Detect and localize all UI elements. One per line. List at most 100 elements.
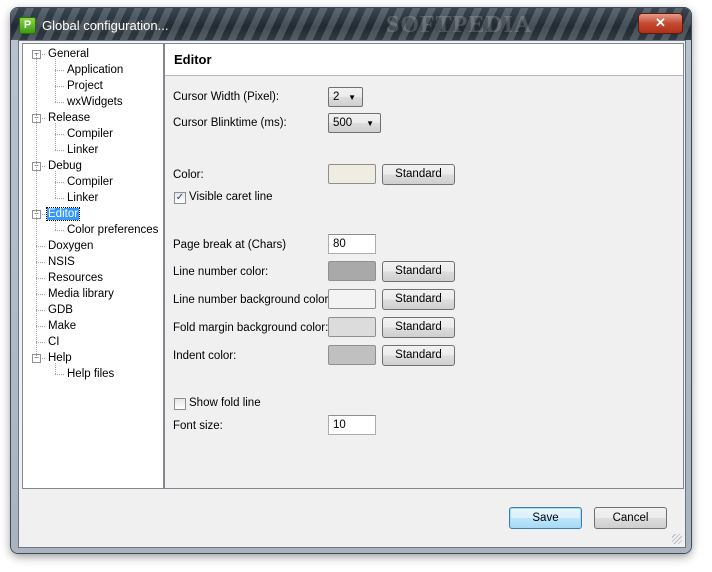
- cursor-width-value: 2: [333, 91, 340, 103]
- tree-item-project[interactable]: Project: [66, 78, 104, 94]
- tree-item-label: Media library: [48, 288, 114, 300]
- tree-connector: [55, 374, 64, 375]
- cursor-blinktime-combo[interactable]: 500 ▼: [328, 113, 381, 133]
- tree-item-label: CI: [48, 336, 60, 348]
- tree-item-media-library[interactable]: Media library: [47, 286, 115, 302]
- line-number-bg-color-swatch[interactable]: [328, 289, 376, 309]
- tree-connector: [55, 150, 64, 151]
- tree-item-help-files[interactable]: Help files: [66, 366, 115, 382]
- tree-item-wxwidgets[interactable]: wxWidgets: [66, 94, 124, 110]
- indent-color-standard-button[interactable]: Standard: [382, 345, 455, 366]
- tree-item-label: NSIS: [48, 256, 75, 268]
- close-button[interactable]: ✕: [638, 13, 683, 34]
- tree-item-label: Make: [48, 320, 77, 332]
- tree-item-make[interactable]: Make: [47, 318, 77, 334]
- title-bar[interactable]: SOFTPEDIA P Global configuration... ✕: [11, 8, 691, 40]
- tree-item-doxygen[interactable]: Doxygen: [47, 238, 94, 254]
- tree-item-color-preferences[interactable]: Color preferences: [66, 222, 159, 238]
- visible-caret-line-label: Visible caret line: [189, 191, 273, 203]
- config-window: SOFTPEDIA P Global configuration... ✕ Ge…: [11, 8, 691, 553]
- tree-item-linker[interactable]: Linker: [66, 142, 99, 158]
- tree-item-release[interactable]: Release: [47, 110, 91, 126]
- font-size-input[interactable]: 10: [328, 415, 376, 435]
- tree-item-nsis[interactable]: NSIS: [47, 254, 76, 270]
- dialog-client-area: General − Application Project wxWidgets Relea…: [18, 40, 686, 548]
- tree-item-label: Compiler: [67, 176, 114, 188]
- font-size-label: Font size:: [173, 420, 223, 432]
- tree-connector: [55, 102, 64, 103]
- visible-caret-line-checkbox[interactable]: ✓: [174, 192, 186, 204]
- tree-item-label: GDB: [48, 304, 73, 316]
- show-fold-line-label: Show fold line: [189, 397, 261, 409]
- indent-color-swatch[interactable]: [328, 345, 376, 365]
- app-icon: P: [19, 17, 36, 34]
- fold-margin-bg-color-label: Fold margin background color:: [173, 322, 329, 334]
- tree-connector: [55, 363, 56, 374]
- color-standard-button[interactable]: Standard: [382, 164, 455, 185]
- tree-root-line: [36, 54, 37, 358]
- cursor-width-combo[interactable]: 2 ▼: [328, 87, 363, 107]
- cancel-button[interactable]: Cancel: [594, 507, 667, 529]
- panel-title: Editor: [174, 52, 212, 67]
- tree-item-ci[interactable]: CI: [47, 334, 61, 350]
- color-swatch[interactable]: [328, 164, 376, 184]
- tree-connector: [36, 294, 45, 295]
- save-button[interactable]: Save: [509, 507, 582, 529]
- cursor-width-label: Cursor Width (Pixel):: [173, 91, 280, 103]
- tree-item-label: Linker: [67, 144, 99, 156]
- tree-item-label: Linker: [67, 192, 99, 204]
- line-number-bg-color-label: Line number background color:: [173, 294, 332, 306]
- line-number-color-swatch[interactable]: [328, 261, 376, 281]
- tree-connector: [55, 59, 56, 102]
- tree-connector: [36, 262, 45, 263]
- fold-margin-bg-color-swatch[interactable]: [328, 317, 376, 337]
- softpedia-watermark: SOFTPEDIA: [386, 12, 533, 38]
- tree-item-label: Color preferences: [67, 224, 159, 236]
- show-fold-line-checkbox[interactable]: [174, 398, 186, 410]
- tree-item-label: Help files: [67, 368, 115, 380]
- tree-connector: [55, 219, 56, 230]
- tree-item-help[interactable]: Help: [47, 350, 73, 366]
- line-number-color-standard-button[interactable]: Standard: [382, 261, 455, 282]
- color-label: Color:: [173, 169, 204, 181]
- resize-grip[interactable]: [672, 534, 682, 544]
- cursor-blinktime-label: Cursor Blinktime (ms):: [173, 117, 287, 129]
- tree-item-editor[interactable]: Editor: [45, 206, 81, 222]
- tree-connector: [55, 70, 64, 71]
- tree-item-application[interactable]: Application: [66, 62, 124, 78]
- tree-connector: [55, 182, 64, 183]
- page-break-label: Page break at (Chars): [173, 239, 287, 251]
- window-title: Global configuration...: [42, 18, 169, 33]
- tree-item-compiler[interactable]: Compiler: [66, 174, 114, 190]
- indent-color-label: Indent color:: [173, 350, 237, 362]
- tree-item-resources[interactable]: Resources: [47, 270, 104, 286]
- tree-connector: [36, 246, 45, 247]
- tree-item-linker[interactable]: Linker: [66, 190, 99, 206]
- tree-connector: [36, 310, 45, 311]
- tree-item-gdb[interactable]: GDB: [47, 302, 74, 318]
- tree-item-label: Editor: [45, 207, 81, 221]
- tree-item-label: Resources: [48, 272, 103, 284]
- tree-item-compiler[interactable]: Compiler: [66, 126, 114, 142]
- tree-connector: [55, 230, 64, 231]
- fold-margin-bg-color-standard-button[interactable]: Standard: [382, 317, 455, 338]
- tree-connector: [55, 198, 64, 199]
- tree-item-label: General: [48, 48, 89, 60]
- tree-item-label: Project: [67, 80, 103, 92]
- tree-connector: [36, 326, 45, 327]
- line-number-bg-color-standard-button[interactable]: Standard: [382, 289, 455, 310]
- tree-item-label: Debug: [48, 160, 82, 172]
- tree-connector: [55, 171, 56, 198]
- tree-item-label: Compiler: [67, 128, 114, 140]
- chevron-down-icon: ▼: [348, 93, 356, 102]
- tree-connector: [55, 123, 56, 150]
- page-break-input[interactable]: 80: [328, 234, 376, 254]
- cursor-blinktime-value: 500: [333, 117, 353, 129]
- tree-item-general[interactable]: General: [47, 46, 90, 62]
- tree-connector: [55, 86, 64, 87]
- tree-item-label: Doxygen: [48, 240, 94, 252]
- tree-item-label: Release: [48, 112, 91, 124]
- chevron-down-icon: ▼: [366, 119, 374, 128]
- tree-item-debug[interactable]: Debug: [47, 158, 83, 174]
- tree-connector: [36, 342, 45, 343]
